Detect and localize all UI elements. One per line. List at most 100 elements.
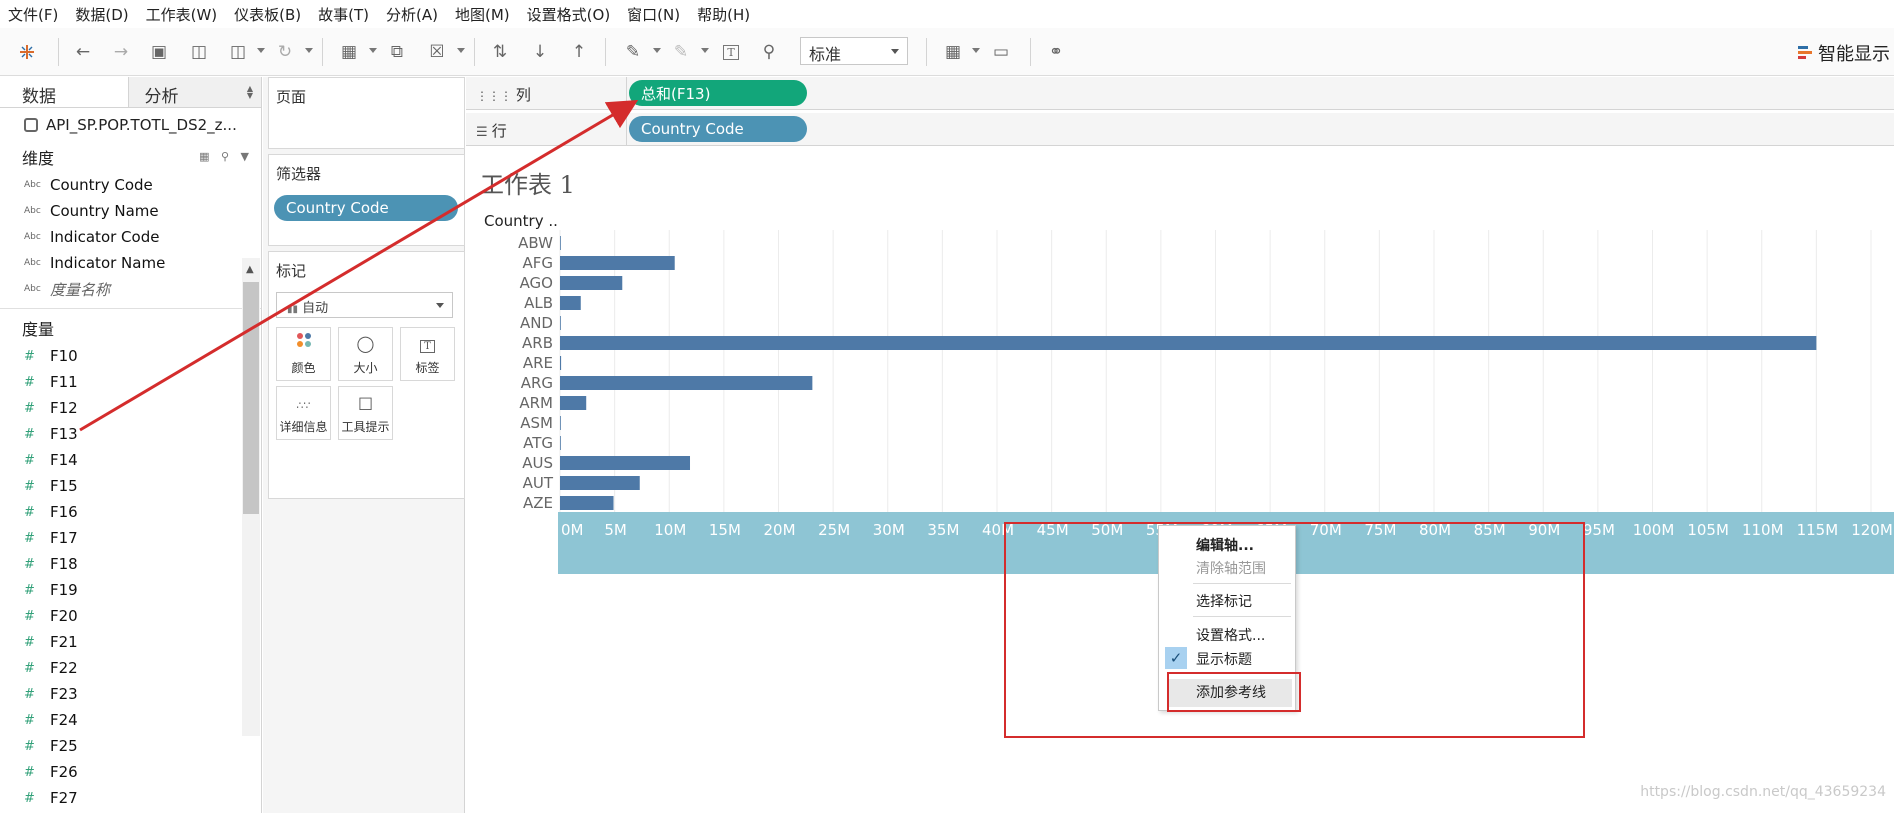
marks-detail-button[interactable]: ∴∵ 详细信息 <box>276 386 331 440</box>
undo-icon[interactable]: ← <box>70 39 96 65</box>
measure-field[interactable]: # F14 <box>0 447 261 473</box>
measure-field[interactable]: # F18 <box>0 551 261 577</box>
string-type-icon: Abc <box>24 206 41 216</box>
pause-dropdown-icon[interactable] <box>257 48 265 53</box>
tableau-logo-icon[interactable] <box>14 39 40 65</box>
marks-tooltip-button[interactable]: □ 工具提示 <box>338 386 393 440</box>
tab-analysis[interactable]: 分析 ▲ ▼ <box>127 77 261 107</box>
menu-item[interactable]: 数据(D) <box>75 4 128 25</box>
measure-field[interactable]: # F25 <box>0 733 261 759</box>
string-type-icon: Abc <box>24 284 41 294</box>
measure-field[interactable]: # F13 <box>0 421 261 447</box>
show-cards-icon[interactable]: ▦ <box>940 39 966 65</box>
show-mark-labels-icon[interactable]: T <box>718 39 744 65</box>
datasource-item[interactable]: API_SP.POP.TOTL_DS2_z... <box>0 108 261 142</box>
presentation-mode-icon[interactable]: ▭ <box>988 39 1014 65</box>
row-field-header[interactable]: Country .. <box>484 212 558 230</box>
cards-pane: 页面 筛选器 Country Code 标记 ▮▮ 自动 颜色 ◯ 大小 T 标… <box>263 77 465 813</box>
filter-pill-country-code[interactable]: Country Code <box>274 195 458 221</box>
share-icon[interactable]: ⚭ <box>1043 39 1069 65</box>
fix-axes-icon[interactable]: ⚲ <box>756 39 782 65</box>
measure-field[interactable]: # F16 <box>0 499 261 525</box>
menu-item[interactable]: 仪表板(B) <box>234 4 301 25</box>
rows-shelf[interactable]: ☰ 行 Country Code <box>466 113 1894 146</box>
data-pane-scroll-thumb[interactable] <box>243 282 259 514</box>
measure-field[interactable]: # F12 <box>0 395 261 421</box>
menu-item[interactable]: 工作表(W) <box>146 4 218 25</box>
menu-item[interactable]: 分析(A) <box>386 4 438 25</box>
marks-size-button[interactable]: ◯ 大小 <box>338 327 393 381</box>
toolbar-separator <box>474 38 475 66</box>
swap-rows-columns-icon[interactable]: ⇅ <box>487 39 513 65</box>
number-type-icon: # <box>24 608 35 624</box>
number-type-icon: # <box>24 764 35 780</box>
columns-pill-sum-f13[interactable]: 总和(F13) <box>629 80 807 106</box>
highlight-icon[interactable]: ✎ <box>620 39 646 65</box>
field-label: F22 <box>50 659 78 677</box>
menu-item[interactable]: 窗口(N) <box>627 4 680 25</box>
menu-item[interactable]: 设置格式(O) <box>527 4 611 25</box>
measure-field[interactable]: # F21 <box>0 629 261 655</box>
tab-updown-icon: ▲ ▼ <box>246 84 253 100</box>
measure-field[interactable]: # F17 <box>0 525 261 551</box>
group-members-icon[interactable]: ✎ <box>668 39 694 65</box>
measure-field[interactable]: # F22 <box>0 655 261 681</box>
filters-card[interactable]: 筛选器 Country Code <box>268 154 465 246</box>
pages-card[interactable]: 页面 <box>268 77 465 149</box>
field-label: Country Name <box>50 202 159 220</box>
columns-shelf[interactable]: ⋮⋮⋮ 列 总和(F13) <box>466 77 1894 110</box>
clear-dropdown-icon[interactable] <box>457 48 465 53</box>
dimensions-tools-icon[interactable]: ▦ ⚲ ▼ <box>199 150 253 163</box>
measure-field[interactable]: # F23 <box>0 681 261 707</box>
menu-item[interactable]: 故事(T) <box>318 4 369 25</box>
worksheet-title[interactable]: 工作表 1 <box>480 165 575 200</box>
marks-color-button[interactable]: 颜色 <box>276 327 331 381</box>
menu-item[interactable]: 帮助(H) <box>697 4 750 25</box>
mark-type-select[interactable]: ▮▮ 自动 <box>276 292 453 318</box>
dimension-field[interactable]: Abc Indicator Code <box>0 224 261 250</box>
dimension-field[interactable]: Abc Country Code <box>0 172 261 198</box>
measure-field[interactable]: # F24 <box>0 707 261 733</box>
show-cards-dropdown-icon[interactable] <box>972 48 980 53</box>
annotation-box-add-reference-line <box>1167 672 1301 712</box>
refresh-icon[interactable]: ↻ <box>272 39 298 65</box>
new-worksheet-icon[interactable]: ▦ <box>336 39 362 65</box>
measure-field[interactable]: # F27 <box>0 785 261 811</box>
group-dropdown-icon[interactable] <box>701 48 709 53</box>
field-label: F23 <box>50 685 78 703</box>
highlight-dropdown-icon[interactable] <box>653 48 661 53</box>
field-measure-names[interactable]: Abc 度量名称 <box>0 276 261 302</box>
redo-icon[interactable]: → <box>108 39 134 65</box>
marks-label-button[interactable]: T 标签 <box>400 327 455 381</box>
measure-field[interactable]: # F26 <box>0 759 261 785</box>
show-me-button[interactable]: 智能显示 <box>1798 40 1890 66</box>
dimension-field[interactable]: Abc Indicator Name <box>0 250 261 276</box>
measure-field[interactable]: # F19 <box>0 577 261 603</box>
rows-pill-country-code[interactable]: Country Code <box>629 116 807 142</box>
measure-field[interactable]: # F10 <box>0 343 261 369</box>
menu-item[interactable]: 地图(M) <box>455 4 510 25</box>
scroll-up-icon[interactable]: ▲ <box>246 264 254 275</box>
tab-data[interactable]: 数据 <box>0 77 128 107</box>
sort-ascending-icon[interactable]: ↓ <box>527 39 553 65</box>
measure-field[interactable]: # F11 <box>0 369 261 395</box>
new-datasource-icon[interactable]: ◫ <box>186 39 212 65</box>
clear-sheet-icon[interactable]: ☒ <box>424 39 450 65</box>
new-worksheet-dropdown-icon[interactable] <box>369 48 377 53</box>
save-icon[interactable]: ▣ <box>146 39 172 65</box>
pause-updates-icon[interactable]: ◫ <box>225 39 251 65</box>
dimension-field[interactable]: Abc Country Name <box>0 198 261 224</box>
menu-item[interactable]: 文件(F) <box>8 4 58 25</box>
field-label: Indicator Code <box>50 228 160 246</box>
datasource-name: API_SP.POP.TOTL_DS2_z... <box>46 116 237 134</box>
shelf-separator <box>626 113 627 146</box>
sort-descending-icon[interactable]: ↑ <box>566 39 592 65</box>
refresh-dropdown-icon[interactable] <box>305 48 313 53</box>
measure-field[interactable]: # F20 <box>0 603 261 629</box>
dimensions-title: 维度 <box>22 149 55 168</box>
measures-title: 度量 <box>22 320 55 339</box>
measures-header: 度量 <box>0 313 261 343</box>
measure-field[interactable]: # F15 <box>0 473 261 499</box>
fit-mode-select[interactable]: 标准 <box>800 37 908 65</box>
duplicate-sheet-icon[interactable]: ⧉ <box>384 39 410 65</box>
